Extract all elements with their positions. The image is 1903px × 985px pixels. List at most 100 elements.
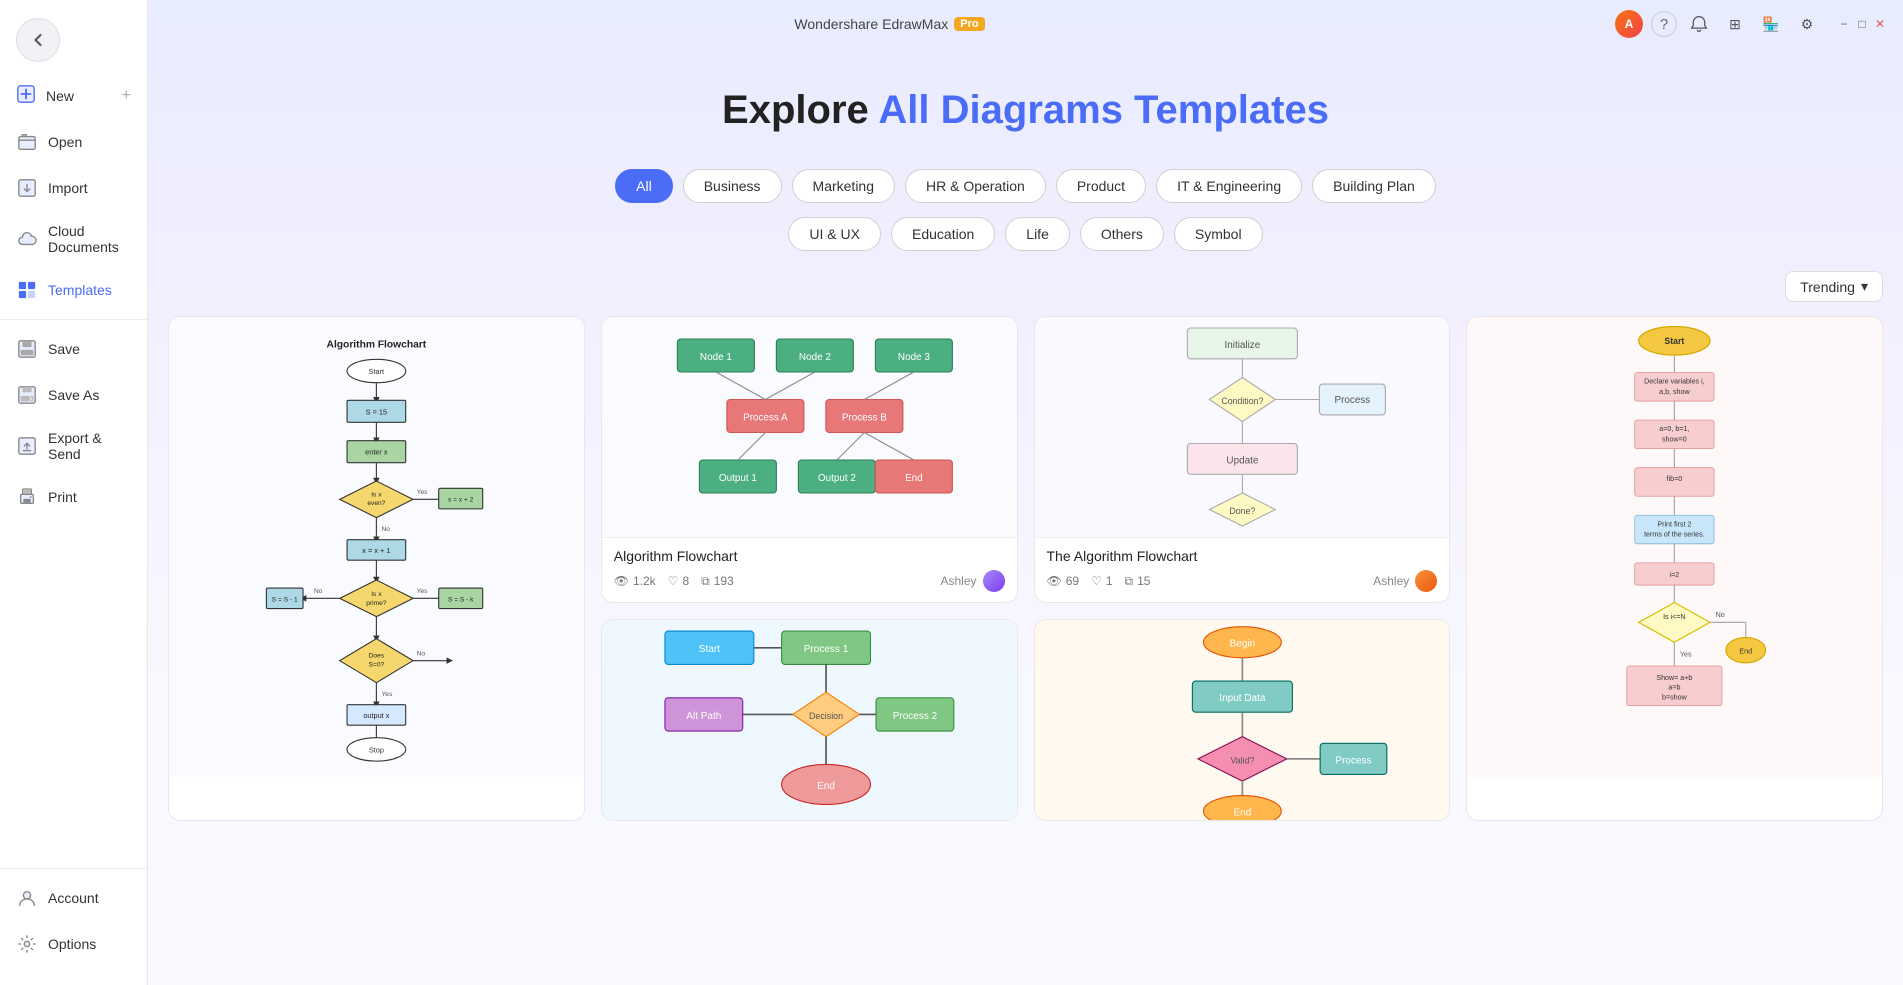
svg-text:x = x + 2: x = x + 2 xyxy=(448,497,474,504)
main-content: Wondershare EdrawMax Pro A ? ⊞ 🏪 ⚙ − □ ✕ xyxy=(148,0,1903,985)
svg-text:show=0: show=0 xyxy=(1662,436,1687,444)
svg-text:No: No xyxy=(1716,611,1725,619)
filter-pill-others[interactable]: Others xyxy=(1080,217,1164,251)
filter-pill-life[interactable]: Life xyxy=(1005,217,1070,251)
svg-text:Yes: Yes xyxy=(382,691,393,698)
cloud-icon xyxy=(16,228,38,250)
template-card-3[interactable]: Initialize Condition? Process Update Don… xyxy=(1034,316,1451,603)
template-card-4[interactable]: Start Declare variables i, a,b, show a=0… xyxy=(1466,316,1883,821)
svg-text:Process B: Process B xyxy=(842,412,887,423)
svg-text:S = S - 1: S = S - 1 xyxy=(272,596,298,603)
svg-text:Is x: Is x xyxy=(371,591,382,598)
cloud-label: Cloud Documents xyxy=(48,223,131,255)
app-title: Wondershare EdrawMax xyxy=(794,16,948,32)
maximize-button[interactable]: □ xyxy=(1855,17,1869,31)
filter-pill-symbol[interactable]: Symbol xyxy=(1174,217,1263,251)
card-3-copies: ⧉ 15 xyxy=(1125,574,1151,589)
heart-icon-3: ♡ xyxy=(1091,574,1102,588)
export-label: Export & Send xyxy=(48,430,131,462)
filter-pill-product[interactable]: Product xyxy=(1056,169,1146,203)
card-2-likes: ♡ 8 xyxy=(668,574,689,588)
template-card-5[interactable]: Start Process 1 Decision Alt Path Proces… xyxy=(601,619,1018,821)
card-2-body: Algorithm Flowchart 👁 1.2k ♡ 8 ⧉ 193 xyxy=(602,537,1017,602)
sidebar-item-print[interactable]: Print xyxy=(0,474,147,520)
filter-pill-hr[interactable]: HR & Operation xyxy=(905,169,1046,203)
sidebar-item-cloud[interactable]: Cloud Documents xyxy=(0,211,147,267)
svg-text:terms of the series.: terms of the series. xyxy=(1644,531,1705,539)
filter-pill-all[interactable]: All xyxy=(615,169,673,203)
svg-text:Decision: Decision xyxy=(809,711,843,721)
import-label: Import xyxy=(48,180,88,196)
card-3-author: Ashley xyxy=(1373,570,1437,592)
svg-text:Alt Path: Alt Path xyxy=(686,711,721,722)
minimize-button[interactable]: − xyxy=(1837,17,1851,31)
filter-pill-marketing[interactable]: Marketing xyxy=(792,169,895,203)
account-icon xyxy=(16,887,38,909)
heart-icon: ♡ xyxy=(668,574,679,588)
svg-text:No: No xyxy=(382,526,391,533)
svg-text:Yes: Yes xyxy=(1680,650,1692,658)
sidebar-item-templates[interactable]: Templates xyxy=(0,267,147,313)
sidebar-item-account[interactable]: Account xyxy=(0,875,147,921)
svg-text:Start: Start xyxy=(699,644,720,655)
export-icon xyxy=(16,435,38,457)
svg-text:Process: Process xyxy=(1334,395,1370,406)
svg-text:a=0, b=1,: a=0, b=1, xyxy=(1660,425,1690,433)
svg-text:output x: output x xyxy=(363,711,389,720)
sort-dropdown[interactable]: Trending ▾ xyxy=(1785,271,1883,302)
card-2-title: Algorithm Flowchart xyxy=(614,548,1005,564)
close-button[interactable]: ✕ xyxy=(1873,17,1887,31)
copy-icon-3: ⧉ xyxy=(1125,574,1134,589)
svg-text:Stop: Stop xyxy=(369,745,384,754)
filter-pill-business[interactable]: Business xyxy=(683,169,782,203)
svg-text:Node 2: Node 2 xyxy=(799,352,831,363)
sidebar-item-options[interactable]: Options xyxy=(0,921,147,967)
card-3-views: 👁 69 xyxy=(1047,574,1080,588)
template-card-6[interactable]: Begin Input Data Valid? Process End xyxy=(1034,619,1451,821)
svg-text:Start: Start xyxy=(1665,336,1685,346)
template-card-1[interactable]: Algorithm Flowchart Start S = 15 e xyxy=(168,316,585,821)
svg-text:Condition?: Condition? xyxy=(1221,396,1263,406)
svg-text:Is i<=N: Is i<=N xyxy=(1663,613,1686,621)
svg-text:x = x + 1: x = x + 1 xyxy=(362,546,390,555)
grid-apps-icon[interactable]: ⊞ xyxy=(1721,10,1749,38)
settings-icon[interactable]: ⚙ xyxy=(1793,10,1821,38)
sidebar-item-import[interactable]: Import xyxy=(0,165,147,211)
filter-section: All Business Marketing HR & Operation Pr… xyxy=(148,153,1903,261)
notification-bell-icon[interactable] xyxy=(1685,10,1713,38)
card-3-body: The Algorithm Flowchart 👁 69 ♡ 1 ⧉ 15 xyxy=(1035,537,1450,602)
svg-text:Yes: Yes xyxy=(417,489,428,496)
svg-text:Show= a+b: Show= a+b xyxy=(1657,674,1693,682)
svg-text:S=0?: S=0? xyxy=(369,662,385,669)
filter-pill-building[interactable]: Building Plan xyxy=(1312,169,1436,203)
template-grid: Algorithm Flowchart Start S = 15 e xyxy=(168,316,1883,821)
user-avatar[interactable]: A xyxy=(1615,10,1643,38)
sidebar-item-new[interactable]: New + xyxy=(0,72,147,119)
card-2-views: 👁 1.2k xyxy=(614,574,656,588)
filter-pill-uiux[interactable]: UI & UX xyxy=(788,217,881,251)
titlebar-right: A ? ⊞ 🏪 ⚙ − □ ✕ xyxy=(1615,10,1887,38)
filter-pill-education[interactable]: Education xyxy=(891,217,995,251)
store-icon[interactable]: 🏪 xyxy=(1757,10,1785,38)
svg-text:S = S - k: S = S - k xyxy=(448,596,474,603)
eye-icon-3: 👁 xyxy=(1047,574,1062,588)
help-button[interactable]: ? xyxy=(1651,11,1677,37)
import-icon xyxy=(16,177,38,199)
sort-row: Trending ▾ xyxy=(168,271,1883,302)
saveas-icon xyxy=(16,384,38,406)
svg-text:Process A: Process A xyxy=(743,412,788,423)
template-card-2[interactable]: Node 1 Node 2 Node 3 Process A Process B… xyxy=(601,316,1018,603)
filter-pill-it[interactable]: IT & Engineering xyxy=(1156,169,1302,203)
card-2-avatar xyxy=(983,570,1005,592)
save-label: Save xyxy=(48,341,80,357)
sidebar-item-saveas[interactable]: Save As xyxy=(0,372,147,418)
sidebar-item-save[interactable]: Save xyxy=(0,326,147,372)
back-button[interactable] xyxy=(16,18,60,62)
svg-text:Process 1: Process 1 xyxy=(804,644,849,655)
titlebar-center: Wondershare EdrawMax Pro xyxy=(794,16,984,32)
sidebar-item-open[interactable]: Open xyxy=(0,119,147,165)
svg-text:Update: Update xyxy=(1226,455,1258,466)
svg-text:Start: Start xyxy=(369,367,384,376)
sidebar-item-export[interactable]: Export & Send xyxy=(0,418,147,474)
svg-text:even?: even? xyxy=(367,500,385,507)
